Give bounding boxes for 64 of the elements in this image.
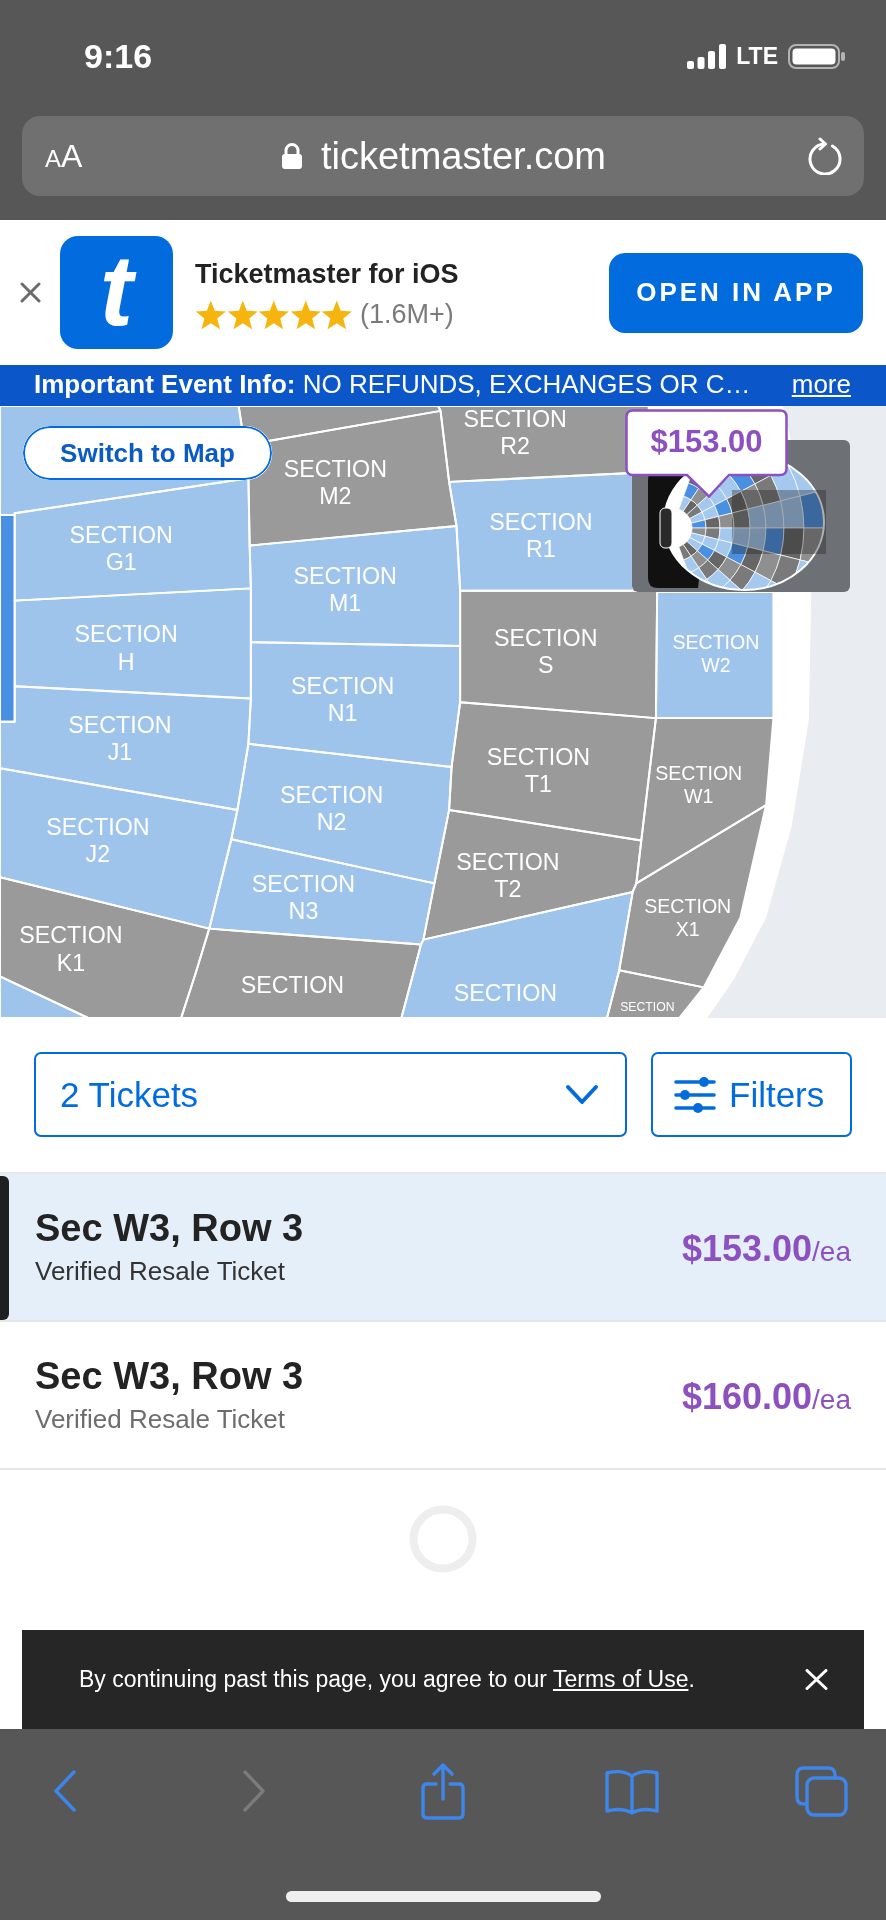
overlapping-squares-icon[interactable] <box>794 1765 848 1817</box>
ticket-quantity-select[interactable]: 2 Tickets <box>34 1052 627 1137</box>
battery-icon <box>788 43 845 69</box>
reload-icon[interactable] <box>808 137 842 175</box>
section-label: SECTION T1 <box>486 743 591 798</box>
star-icon <box>258 298 290 331</box>
price-unit: /ea <box>812 1384 851 1416</box>
open-in-app-button[interactable]: OPEN IN APP <box>609 252 863 333</box>
star-icon <box>226 298 259 331</box>
app-logo: t <box>60 236 173 349</box>
seat-section[interactable] <box>0 406 242 515</box>
chevron-down-icon <box>565 1082 599 1107</box>
status-time: 9:16 <box>84 36 153 76</box>
more-link[interactable]: more <box>791 368 851 400</box>
ticket-price: $160.00 <box>681 1376 813 1418</box>
section-label: SECTION N2 <box>279 781 384 836</box>
section-label: SECTION <box>620 999 675 1015</box>
section-label: SECTION H <box>74 621 178 676</box>
switch-to-map-button[interactable]: Switch to Map <box>23 426 272 480</box>
chevron-left-icon[interactable] <box>53 1770 77 1812</box>
network-label: LTE <box>736 42 778 70</box>
section-label: SECTION T2 <box>456 848 560 904</box>
price-unit: /ea <box>812 1236 851 1268</box>
section-label: SECTION M1 <box>293 562 397 617</box>
terms-link[interactable]: Terms of Use <box>552 1666 689 1692</box>
section-label: SECTION K1 <box>19 922 123 977</box>
section-label: SECTION S <box>494 624 598 680</box>
ticket-listing[interactable]: Sec W3, Row 3 Verified Resale Ticket $153.00/ea <box>0 1174 886 1322</box>
listing-subtitle: Verified Resale Ticket <box>35 1404 286 1435</box>
section-label: SECTION M2 <box>283 455 387 511</box>
listing-title: Sec W3, Row 3 <box>35 1355 304 1398</box>
section-label: SECTION J2 <box>46 813 150 868</box>
lock-icon <box>280 142 303 170</box>
section-label: SECTION N1 <box>290 672 395 727</box>
seat-map[interactable] <box>0 406 886 1018</box>
event-info-text: Important Event Info: NO REFUNDS, EXCHANGES OR C… <box>34 368 751 400</box>
section-label: SECTION <box>453 979 558 1008</box>
share-icon[interactable] <box>421 1762 465 1820</box>
rating-count: (1.6M+) <box>359 299 454 330</box>
section-label: SECTION W2 <box>672 631 760 678</box>
section-label: SECTION N3 <box>251 870 356 926</box>
ticket-price: $153.00 <box>681 1228 813 1270</box>
section-label: SECTION X1 <box>644 894 732 941</box>
sliders-icon <box>674 1074 716 1115</box>
section-label: SECTION W1 <box>655 762 743 809</box>
signal-bars-icon <box>687 43 727 69</box>
star-icon <box>321 298 353 331</box>
listing-title: Sec W3, Row 3 <box>35 1207 304 1250</box>
section-label: SECTION R1 <box>489 508 593 563</box>
app-title: Ticketmaster for iOS <box>195 258 459 290</box>
filters-button[interactable]: Filters <box>651 1052 852 1137</box>
section-label: SECTION R2 <box>463 406 567 461</box>
section-label: SECTION <box>240 972 345 1000</box>
url-text: ticketmaster.com <box>320 134 607 178</box>
open-book-icon[interactable] <box>605 1767 659 1815</box>
star-icon <box>289 298 322 331</box>
text-size-button[interactable]: AA <box>45 140 83 172</box>
section-label: SECTION G1 <box>69 522 173 577</box>
section-label: SECTION J1 <box>68 711 172 767</box>
price-tooltip: $153.00 <box>625 409 788 498</box>
star-icon <box>195 298 227 331</box>
listing-subtitle: Verified Resale Ticket <box>35 1256 286 1287</box>
address-bar[interactable]: AA ticketmaster.com <box>22 116 864 196</box>
cookie-notice-text: By continuing past this page, you agree to our Terms of Use. <box>79 1666 695 1693</box>
